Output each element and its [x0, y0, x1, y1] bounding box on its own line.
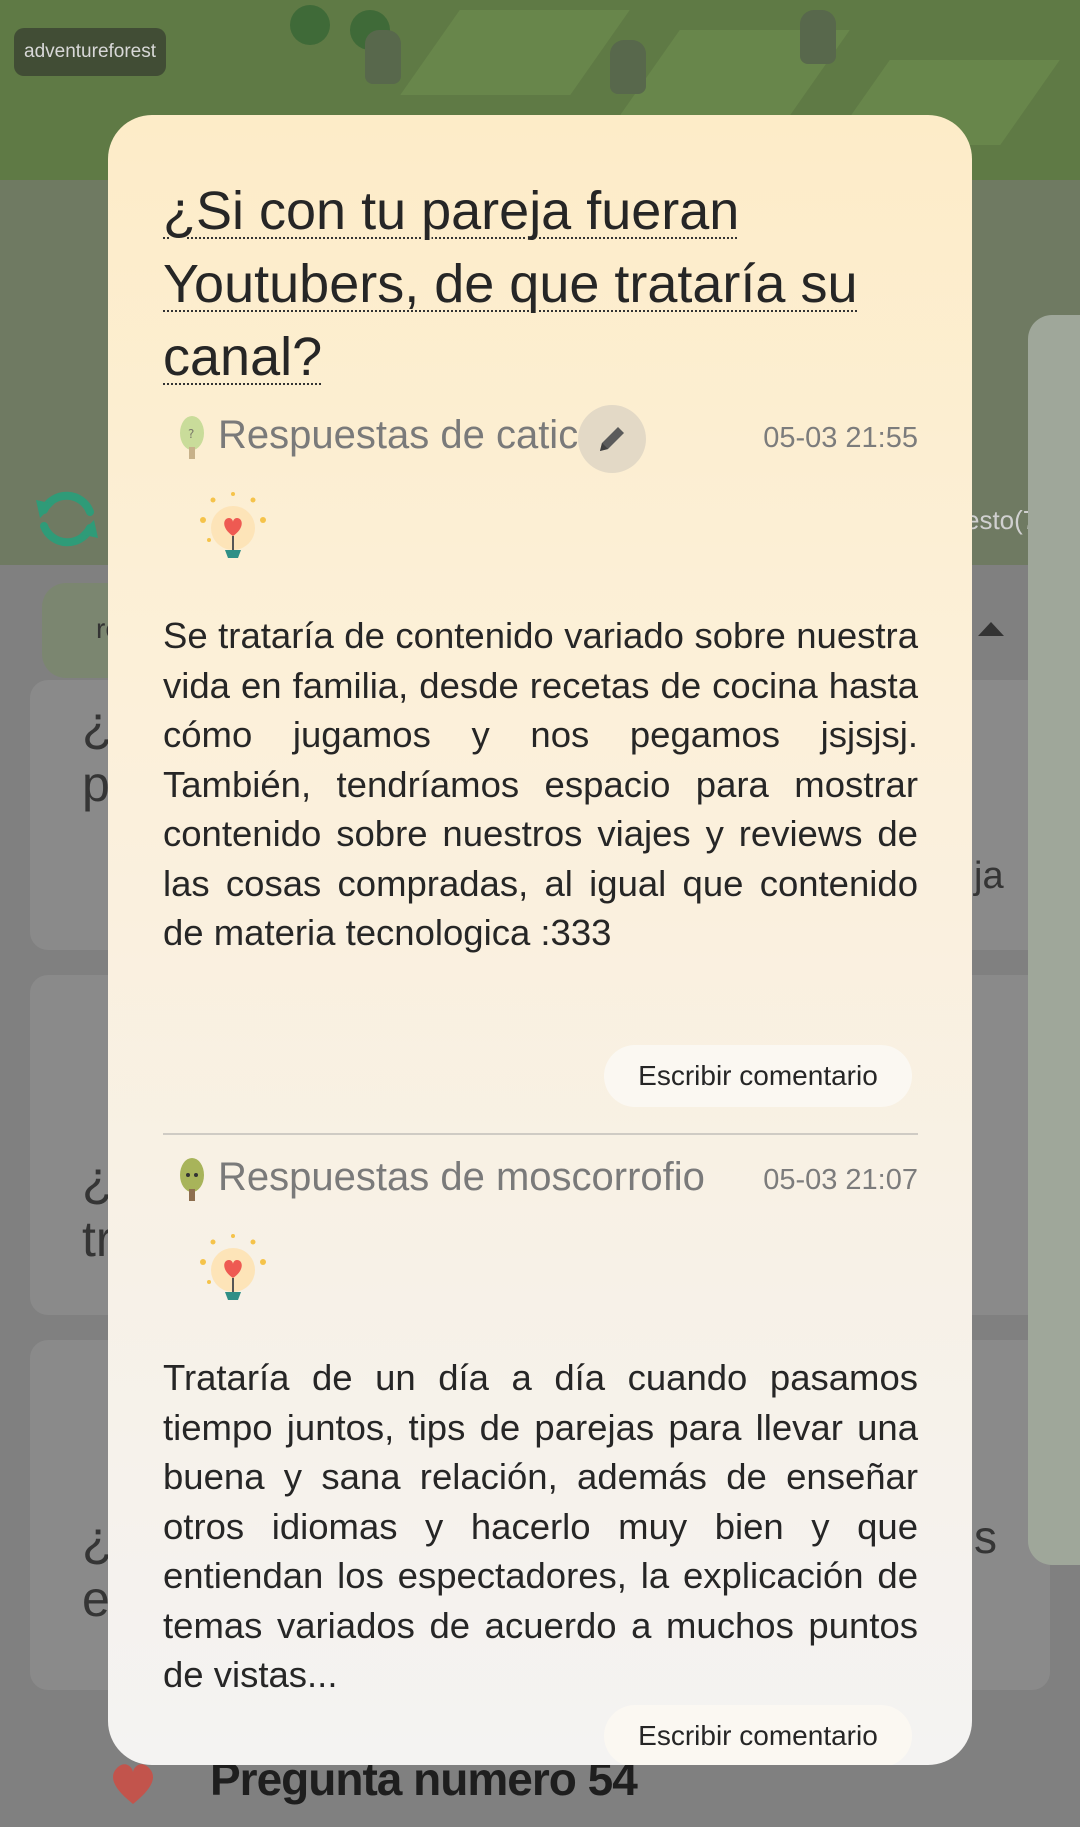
edit-pencil-icon: [600, 427, 624, 451]
bg-side-fragment: s: [974, 1511, 997, 1563]
question-title: ¿Si con tu pareja fueran Youtubers, de q…: [163, 181, 858, 387]
bg-tab-label: esto(7: [965, 505, 1038, 535]
garden-character: [610, 40, 646, 94]
write-comment-button[interactable]: Escribir comentario: [604, 1705, 912, 1765]
answer-timestamp: 05-03 21:55: [763, 422, 918, 454]
bg-question-fragment: e: [82, 1571, 110, 1627]
answers-modal: ¿Si con tu pareja fueran Youtubers, de q…: [108, 115, 972, 1765]
edit-button[interactable]: [578, 405, 646, 473]
answer-item: ? Respuestas de catica 05-03 21:55 Se tr…: [163, 405, 918, 958]
lightbulb-heart-icon: [200, 492, 266, 558]
tree-icon: ?: [180, 416, 204, 459]
answer-author: Respuestas de moscorrofio: [218, 1155, 705, 1199]
answer-header: Respuestas de moscorrofio 05-03 21:07: [163, 1147, 918, 1217]
answer-body: Se trataría de contenido variado sobre n…: [163, 615, 918, 953]
world-name-badge: adventureforest: [14, 28, 167, 76]
lightbulb-heart-icon: [200, 1234, 266, 1300]
answer-divider: [163, 1133, 918, 1135]
svg-text:?: ?: [188, 427, 194, 441]
bg-question-fragment: p: [82, 756, 110, 812]
heart-icon: [113, 1764, 153, 1804]
garden-character: [365, 30, 401, 84]
tree-icon: [180, 1158, 204, 1201]
collapse-icon: [978, 622, 1004, 636]
answer-item: Respuestas de moscorrofio 05-03 21:07 Tr…: [163, 1147, 918, 1700]
answer-timestamp: 05-03 21:07: [763, 1164, 918, 1196]
answer-header: ? Respuestas de catica 05-03 21:55: [163, 405, 918, 475]
answer-body: Trataría de un día a día cuando pasamos …: [163, 1357, 918, 1695]
write-comment-button[interactable]: Escribir comentario: [604, 1045, 912, 1107]
garden-tree: [290, 5, 330, 45]
refresh-icon[interactable]: [30, 482, 104, 556]
next-card-peek: [1028, 315, 1080, 1565]
bg-side-fragment: ja: [974, 855, 1004, 897]
garden-character: [800, 10, 836, 64]
answer-author: Respuestas de catica: [218, 413, 601, 457]
